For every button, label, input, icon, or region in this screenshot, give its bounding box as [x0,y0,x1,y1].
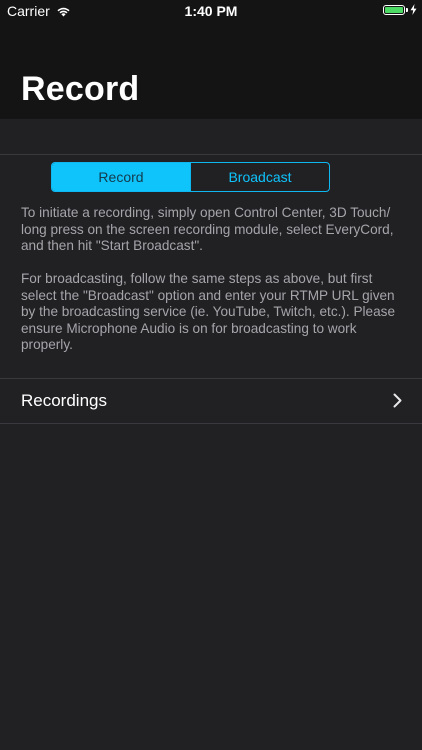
battery-indicator [383,4,417,15]
navigation-header: Carrier 1:40 PM Record [0,0,422,119]
battery-icon [383,4,405,15]
recordings-label: Recordings [21,391,107,410]
status-bar: Carrier 1:40 PM [0,0,422,22]
bolt-icon [410,4,417,15]
mode-segmented-control[interactable]: Record Broadcast [51,162,330,192]
section-divider-recordings-bottom [0,423,422,424]
page-title: Record [21,70,140,108]
battery-cap [406,7,408,12]
recordings-row[interactable]: Recordings [0,379,422,423]
segment-broadcast[interactable]: Broadcast [190,163,329,191]
instructions-paragraph-broadcast: For broadcasting, follow the same steps … [21,271,396,352]
battery-fill [385,6,403,13]
chevron-right-icon [393,393,402,408]
segment-record[interactable]: Record [52,163,190,191]
status-time: 1:40 PM [184,3,238,19]
record-screen: Carrier 1:40 PM Record Record Broadcast … [0,0,422,750]
instructions-text: To initiate a recording, simply open Con… [21,205,406,354]
section-divider-top [0,154,422,155]
instructions-paragraph-record: To initiate a recording, simply open Con… [21,205,394,253]
